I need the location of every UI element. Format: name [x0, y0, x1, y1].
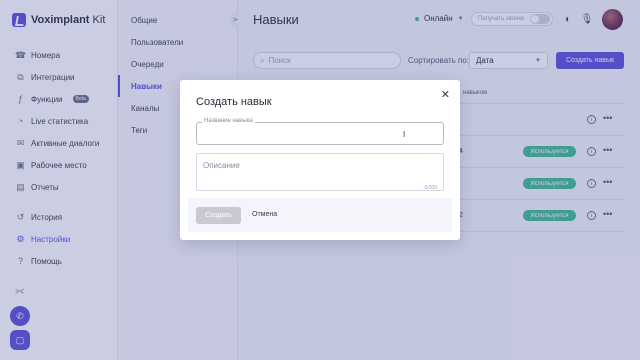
create-skill-modal: Создать навык ✕ Название навыка I Описан… [180, 80, 460, 240]
skill-name-label: Название навыка [202, 118, 255, 124]
cancel-button[interactable]: Отмена [252, 211, 277, 218]
description-counter: 0/200 [424, 185, 437, 191]
description-field[interactable]: Описание 0/200 [196, 153, 444, 191]
description-placeholder: Описание [203, 161, 240, 170]
close-icon[interactable]: ✕ [441, 88, 450, 101]
text-cursor-icon: I [403, 130, 406, 139]
modal-title: Создать навык [196, 96, 272, 108]
modal-footer: Создать Отмена [188, 198, 452, 232]
create-button[interactable]: Создать [196, 207, 241, 224]
skill-name-field[interactable]: Название навыка I [196, 118, 444, 145]
